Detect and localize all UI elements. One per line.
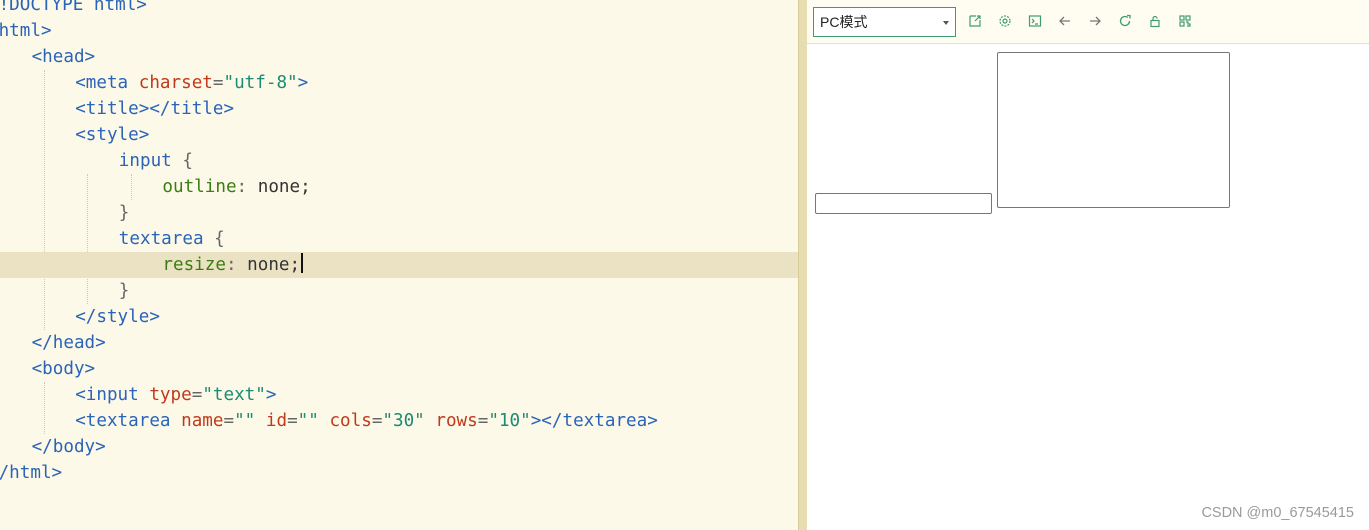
code-token-val bbox=[425, 411, 436, 431]
lock-icon[interactable] bbox=[1146, 12, 1164, 30]
code-line[interactable]: outline: none; bbox=[0, 174, 798, 200]
code-token-tag: </html> bbox=[0, 463, 63, 483]
code-line[interactable]: <title></title> bbox=[0, 96, 798, 122]
code-token-punct: = bbox=[191, 385, 203, 405]
forward-arrow-icon[interactable] bbox=[1086, 12, 1104, 30]
csdn-watermark: CSDN @m0_67545415 bbox=[1201, 505, 1354, 521]
code-line[interactable]: input { bbox=[0, 148, 798, 174]
code-token-attr: rows bbox=[435, 411, 478, 431]
code-token-val: none; bbox=[257, 177, 311, 197]
code-token-tag: <style> bbox=[75, 125, 150, 145]
code-token-str: "utf-8" bbox=[223, 73, 298, 93]
code-token-str: "" bbox=[234, 411, 256, 431]
code-token-prop: resize bbox=[162, 255, 226, 275]
external-window-icon[interactable] bbox=[966, 12, 984, 30]
code-line[interactable]: <input type="text"> bbox=[0, 382, 798, 408]
code-token-punct: = bbox=[212, 73, 224, 93]
code-token-tag: </head> bbox=[31, 333, 106, 353]
preview-mode-select[interactable]: PC模式 bbox=[813, 7, 956, 37]
code-line[interactable]: textarea { bbox=[0, 226, 798, 252]
code-line[interactable]: <!DOCTYPE html> bbox=[0, 0, 786, 18]
code-line[interactable]: <style> bbox=[0, 122, 798, 148]
code-token-sel: textarea bbox=[118, 229, 215, 249]
code-token-attr: id bbox=[265, 411, 288, 431]
code-line[interactable]: <html> bbox=[0, 18, 786, 44]
code-token-punct: = bbox=[371, 411, 383, 431]
code-token-attr: cols bbox=[329, 411, 372, 431]
code-line[interactable]: } bbox=[0, 278, 798, 304]
code-token-punct: = bbox=[287, 411, 298, 431]
refresh-icon[interactable] bbox=[1116, 12, 1134, 30]
code-token-val bbox=[255, 411, 266, 431]
pane-splitter[interactable] bbox=[798, 0, 807, 530]
code-line[interactable]: </style> bbox=[0, 304, 798, 330]
back-arrow-icon[interactable] bbox=[1056, 12, 1074, 30]
code-line[interactable]: </body> bbox=[0, 434, 798, 460]
code-token-punct: = bbox=[223, 411, 235, 431]
code-token-str: "" bbox=[297, 411, 319, 431]
code-line[interactable]: <textarea name="" id="" cols="30" rows="… bbox=[0, 408, 798, 434]
chevron-down-icon bbox=[943, 21, 949, 25]
preview-pane: PC模式 CSDN @m0_67545415 bbox=[807, 0, 1369, 530]
code-line[interactable]: } bbox=[0, 200, 798, 226]
code-line[interactable]: <meta charset="utf-8"> bbox=[0, 70, 798, 96]
code-token-tag: <title></title> bbox=[75, 99, 235, 119]
code-token-str: "text" bbox=[202, 385, 266, 405]
qr-code-icon[interactable] bbox=[1176, 12, 1194, 30]
code-token-str: "30" bbox=[382, 411, 425, 431]
code-token-tag: <html> bbox=[0, 21, 52, 41]
code-line[interactable]: <body> bbox=[0, 356, 798, 382]
code-token-brace: } bbox=[118, 281, 130, 301]
code-token-attr: charset bbox=[138, 73, 213, 93]
code-token-str: "10" bbox=[488, 411, 531, 431]
settings-icon[interactable] bbox=[996, 12, 1014, 30]
code-token-prop: outline bbox=[162, 177, 237, 197]
code-token-punct: = bbox=[477, 411, 489, 431]
text-caret bbox=[301, 253, 304, 273]
code-token-punct: : bbox=[225, 255, 248, 275]
code-token-tag: </body> bbox=[31, 437, 106, 457]
code-token-tag: ></textarea> bbox=[530, 411, 658, 431]
code-token-tag: <!DOCTYPE html> bbox=[0, 0, 147, 15]
code-token-val: none; bbox=[247, 255, 301, 275]
code-token-brace: } bbox=[118, 203, 130, 223]
code-token-attr: name bbox=[181, 411, 224, 431]
code-token-tag: <input bbox=[75, 385, 150, 405]
code-line[interactable]: <head> bbox=[0, 44, 798, 70]
code-token-punct: : bbox=[236, 177, 258, 197]
code-token-val bbox=[319, 411, 330, 431]
code-token-tag: </style> bbox=[75, 307, 160, 327]
rendered-textarea[interactable] bbox=[997, 52, 1230, 208]
code-token-brace: { bbox=[214, 229, 225, 249]
preview-mode-value: PC模式 bbox=[820, 14, 868, 30]
code-token-tag: > bbox=[297, 73, 309, 93]
terminal-icon[interactable] bbox=[1026, 12, 1044, 30]
preview-toolbar: PC模式 bbox=[807, 0, 1369, 44]
code-token-attr: type bbox=[149, 385, 192, 405]
code-token-tag: <body> bbox=[31, 359, 96, 379]
code-token-tag: <meta bbox=[75, 73, 139, 93]
code-token-tag: > bbox=[265, 385, 277, 405]
code-line[interactable]: </head> bbox=[0, 330, 798, 356]
code-token-sel: input bbox=[118, 151, 183, 171]
code-line[interactable]: </html> bbox=[0, 460, 786, 486]
code-token-brace: { bbox=[182, 151, 193, 171]
code-editor[interactable]: <!DOCTYPE html> <html> <head> <meta charset… bbox=[0, 0, 798, 530]
rendered-text-input[interactable] bbox=[815, 193, 992, 214]
code-line[interactable]: resize: none; bbox=[0, 252, 798, 278]
code-token-tag: <textarea bbox=[75, 411, 182, 431]
code-token-tag: <head> bbox=[31, 47, 96, 67]
